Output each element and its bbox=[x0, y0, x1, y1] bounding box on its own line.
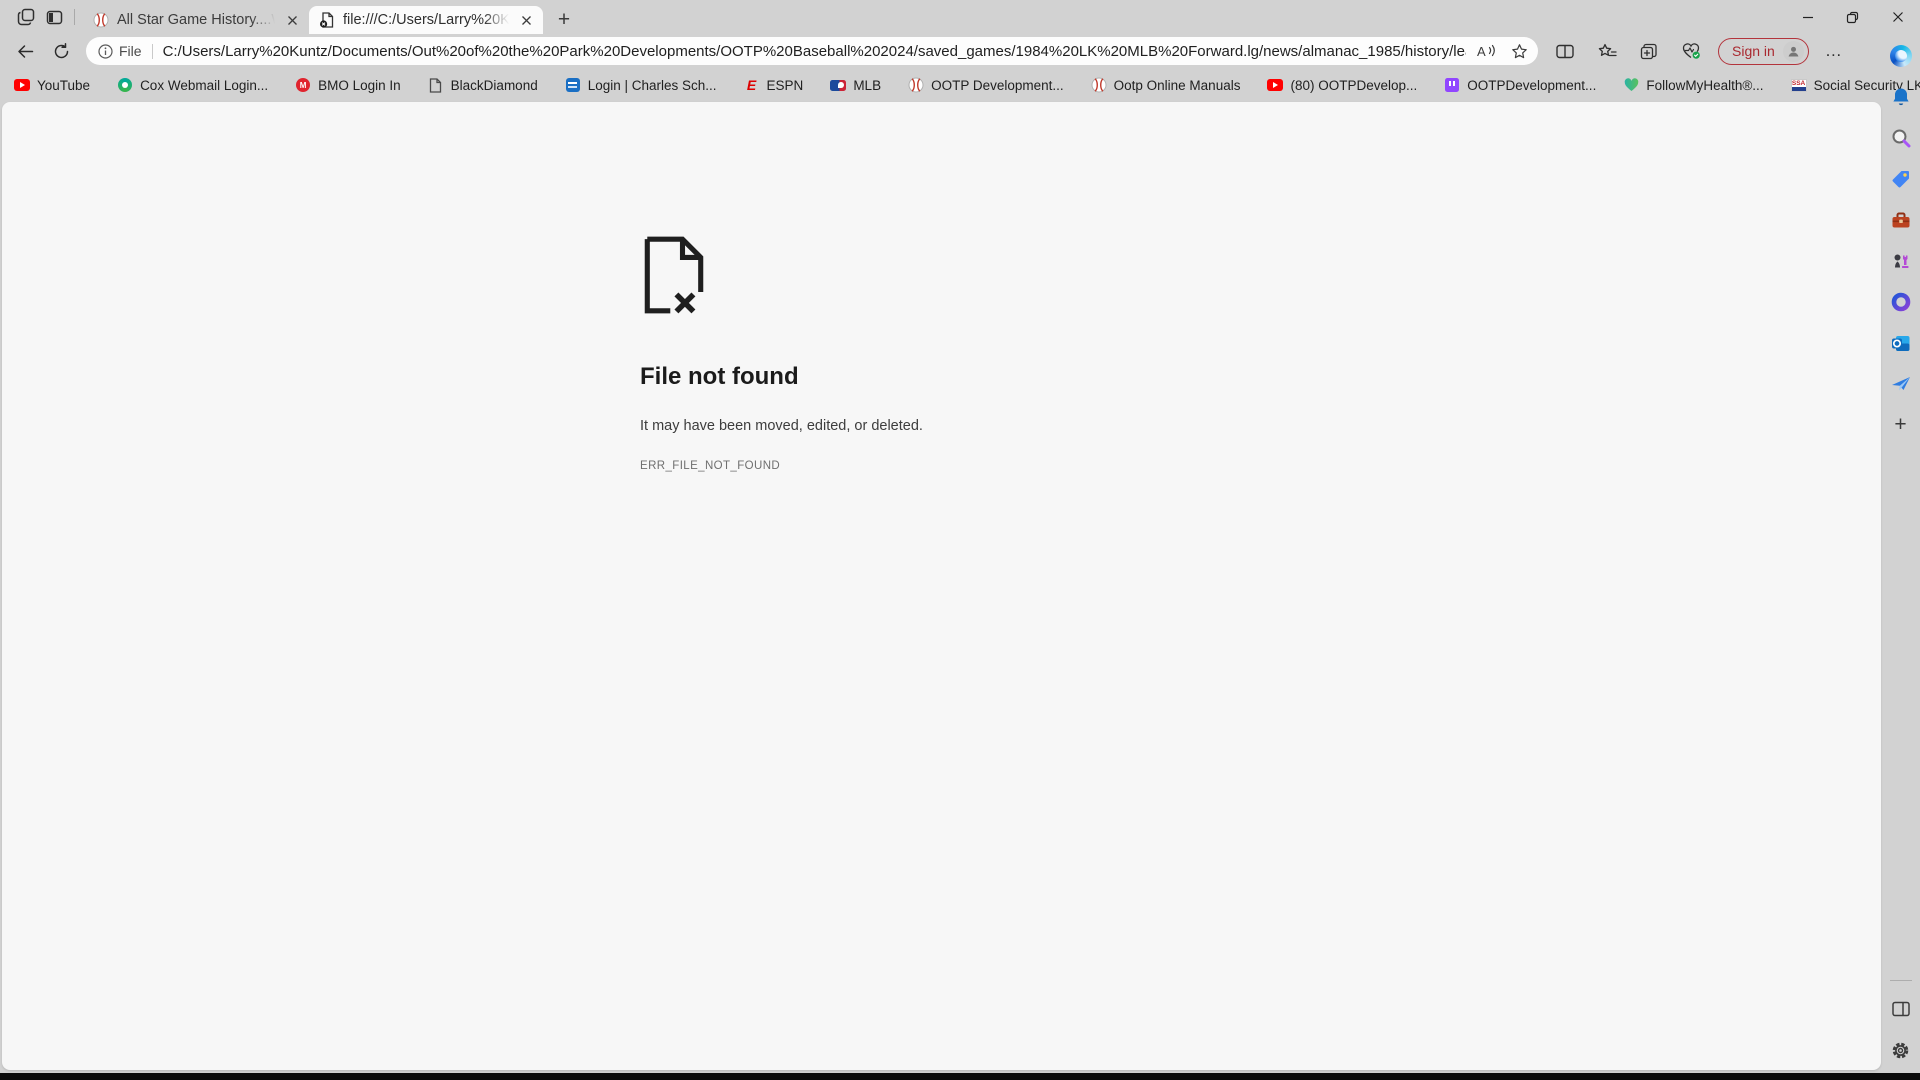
info-icon bbox=[98, 43, 113, 59]
copilot-icon[interactable] bbox=[1888, 43, 1914, 69]
favorites-hub-icon[interactable] bbox=[1592, 37, 1622, 65]
espn-icon: E bbox=[746, 77, 757, 93]
bookmark-ootp-development[interactable]: OOTP Development... bbox=[908, 77, 1064, 93]
toolbox-icon[interactable] bbox=[1888, 207, 1914, 233]
bookmark-bmo[interactable]: M BMO Login In bbox=[295, 77, 401, 93]
tab-divider bbox=[74, 9, 75, 25]
notifications-bell-icon[interactable] bbox=[1888, 84, 1914, 110]
tab-close-icon[interactable] bbox=[283, 11, 301, 29]
bookmark-ootp-youtube[interactable]: (80) OOTPDevelop... bbox=[1267, 77, 1417, 93]
new-tab-button[interactable]: + bbox=[549, 6, 579, 34]
bookmark-youtube[interactable]: YouTube bbox=[14, 77, 90, 93]
toolbar-right: Sign in … bbox=[1550, 37, 1847, 65]
edge-sidebar: + bbox=[1881, 34, 1920, 1073]
sidebar-divider bbox=[1889, 980, 1912, 981]
error-title: File not found bbox=[640, 363, 799, 390]
microsoft-365-icon[interactable] bbox=[1888, 289, 1914, 315]
address-separator bbox=[151, 43, 153, 59]
svg-text:A: A bbox=[1477, 44, 1486, 59]
bookmark-followmyhealth[interactable]: FollowMyHealth®... bbox=[1623, 77, 1764, 93]
window-controls bbox=[1785, 0, 1920, 34]
page-icon bbox=[428, 77, 444, 93]
address-bar[interactable]: File C:/Users/Larry%20Kuntz/Documents/Ou… bbox=[86, 37, 1538, 65]
profile-avatar-icon bbox=[1782, 40, 1804, 62]
close-window-icon[interactable] bbox=[1875, 0, 1920, 34]
site-info[interactable]: File bbox=[98, 43, 142, 59]
read-aloud-icon[interactable]: A bbox=[1476, 43, 1497, 59]
twitch-icon bbox=[1444, 77, 1460, 93]
ssa-icon: SSA bbox=[1790, 77, 1807, 93]
error-code: ERR_FILE_NOT_FOUND bbox=[640, 460, 781, 472]
bmo-icon: M bbox=[295, 77, 311, 93]
add-to-sidebar-icon[interactable]: + bbox=[1888, 412, 1914, 438]
bookmark-cox-webmail[interactable]: Cox Webmail Login... bbox=[117, 77, 268, 93]
settings-more-icon[interactable]: … bbox=[1821, 41, 1847, 61]
site-scheme-label: File bbox=[119, 43, 142, 59]
shopping-tag-icon[interactable] bbox=[1888, 166, 1914, 192]
restore-window-icon[interactable] bbox=[1830, 0, 1875, 34]
tab-close-icon[interactable] bbox=[517, 11, 535, 29]
split-screen-icon[interactable] bbox=[1550, 37, 1580, 65]
bookmark-ootp-manuals[interactable]: Ootp Online Manuals bbox=[1091, 77, 1240, 93]
error-message: It may have been moved, edited, or delet… bbox=[640, 418, 923, 434]
bookmarks-bar: YouTube Cox Webmail Login... M BMO Login… bbox=[0, 68, 1920, 102]
tab-label: All Star Game History....Where? - bbox=[117, 12, 275, 28]
baseball-icon bbox=[1091, 77, 1107, 93]
search-icon[interactable] bbox=[1888, 125, 1914, 151]
broken-file-icon bbox=[319, 12, 335, 28]
youtube-icon bbox=[14, 77, 30, 93]
tab-actions-menu-icon[interactable] bbox=[40, 4, 68, 30]
bookmark-blackdiamond[interactable]: BlackDiamond bbox=[428, 77, 538, 93]
minimize-icon[interactable] bbox=[1785, 0, 1830, 34]
workspaces-icon[interactable] bbox=[12, 4, 40, 30]
sign-in-label: Sign in bbox=[1732, 43, 1775, 59]
schwab-icon bbox=[565, 77, 581, 93]
address-url[interactable]: C:/Users/Larry%20Kuntz/Documents/Out%20o… bbox=[163, 43, 1466, 60]
bookmark-ootp-twitch[interactable]: OOTPDevelopment... bbox=[1444, 77, 1596, 93]
baseball-icon bbox=[93, 12, 109, 28]
toolbar: File C:/Users/Larry%20Kuntz/Documents/Ou… bbox=[0, 34, 1881, 68]
baseball-icon bbox=[908, 77, 924, 93]
tab-strip: All Star Game History....Where? - file:/… bbox=[0, 0, 1920, 34]
collections-icon[interactable] bbox=[1634, 37, 1664, 65]
mlb-icon bbox=[830, 77, 847, 93]
page-content: File not found It may have been moved, e… bbox=[2, 102, 1881, 1070]
browser-essentials-icon[interactable] bbox=[1676, 37, 1706, 65]
back-icon[interactable] bbox=[10, 37, 40, 65]
sign-in-button[interactable]: Sign in bbox=[1718, 37, 1809, 65]
bookmark-mlb[interactable]: MLB bbox=[830, 77, 881, 93]
settings-gear-icon[interactable] bbox=[1888, 1037, 1914, 1063]
youtube-icon bbox=[1267, 77, 1284, 93]
drop-plane-icon[interactable] bbox=[1888, 371, 1914, 397]
tab-label: file:///C:/Users/Larry%20Kuntz/D bbox=[343, 12, 509, 28]
sidebar-panel-toggle-icon[interactable] bbox=[1888, 996, 1914, 1022]
favorite-star-icon[interactable] bbox=[1511, 43, 1528, 60]
outlook-icon[interactable] bbox=[1888, 330, 1914, 356]
cox-icon bbox=[117, 77, 133, 93]
tab-file-not-found[interactable]: file:///C:/Users/Larry%20Kuntz/D bbox=[309, 6, 543, 34]
bookmark-espn[interactable]: E ESPN bbox=[744, 77, 803, 93]
games-icon[interactable] bbox=[1888, 248, 1914, 274]
refresh-icon[interactable] bbox=[46, 37, 76, 65]
window-bottom-edge bbox=[0, 1073, 1920, 1080]
file-error-icon bbox=[640, 236, 1881, 314]
bookmark-charles-schwab[interactable]: Login | Charles Sch... bbox=[565, 77, 717, 93]
tab-all-star-game-history[interactable]: All Star Game History....Where? - bbox=[83, 6, 309, 34]
health-heart-icon bbox=[1623, 77, 1639, 93]
